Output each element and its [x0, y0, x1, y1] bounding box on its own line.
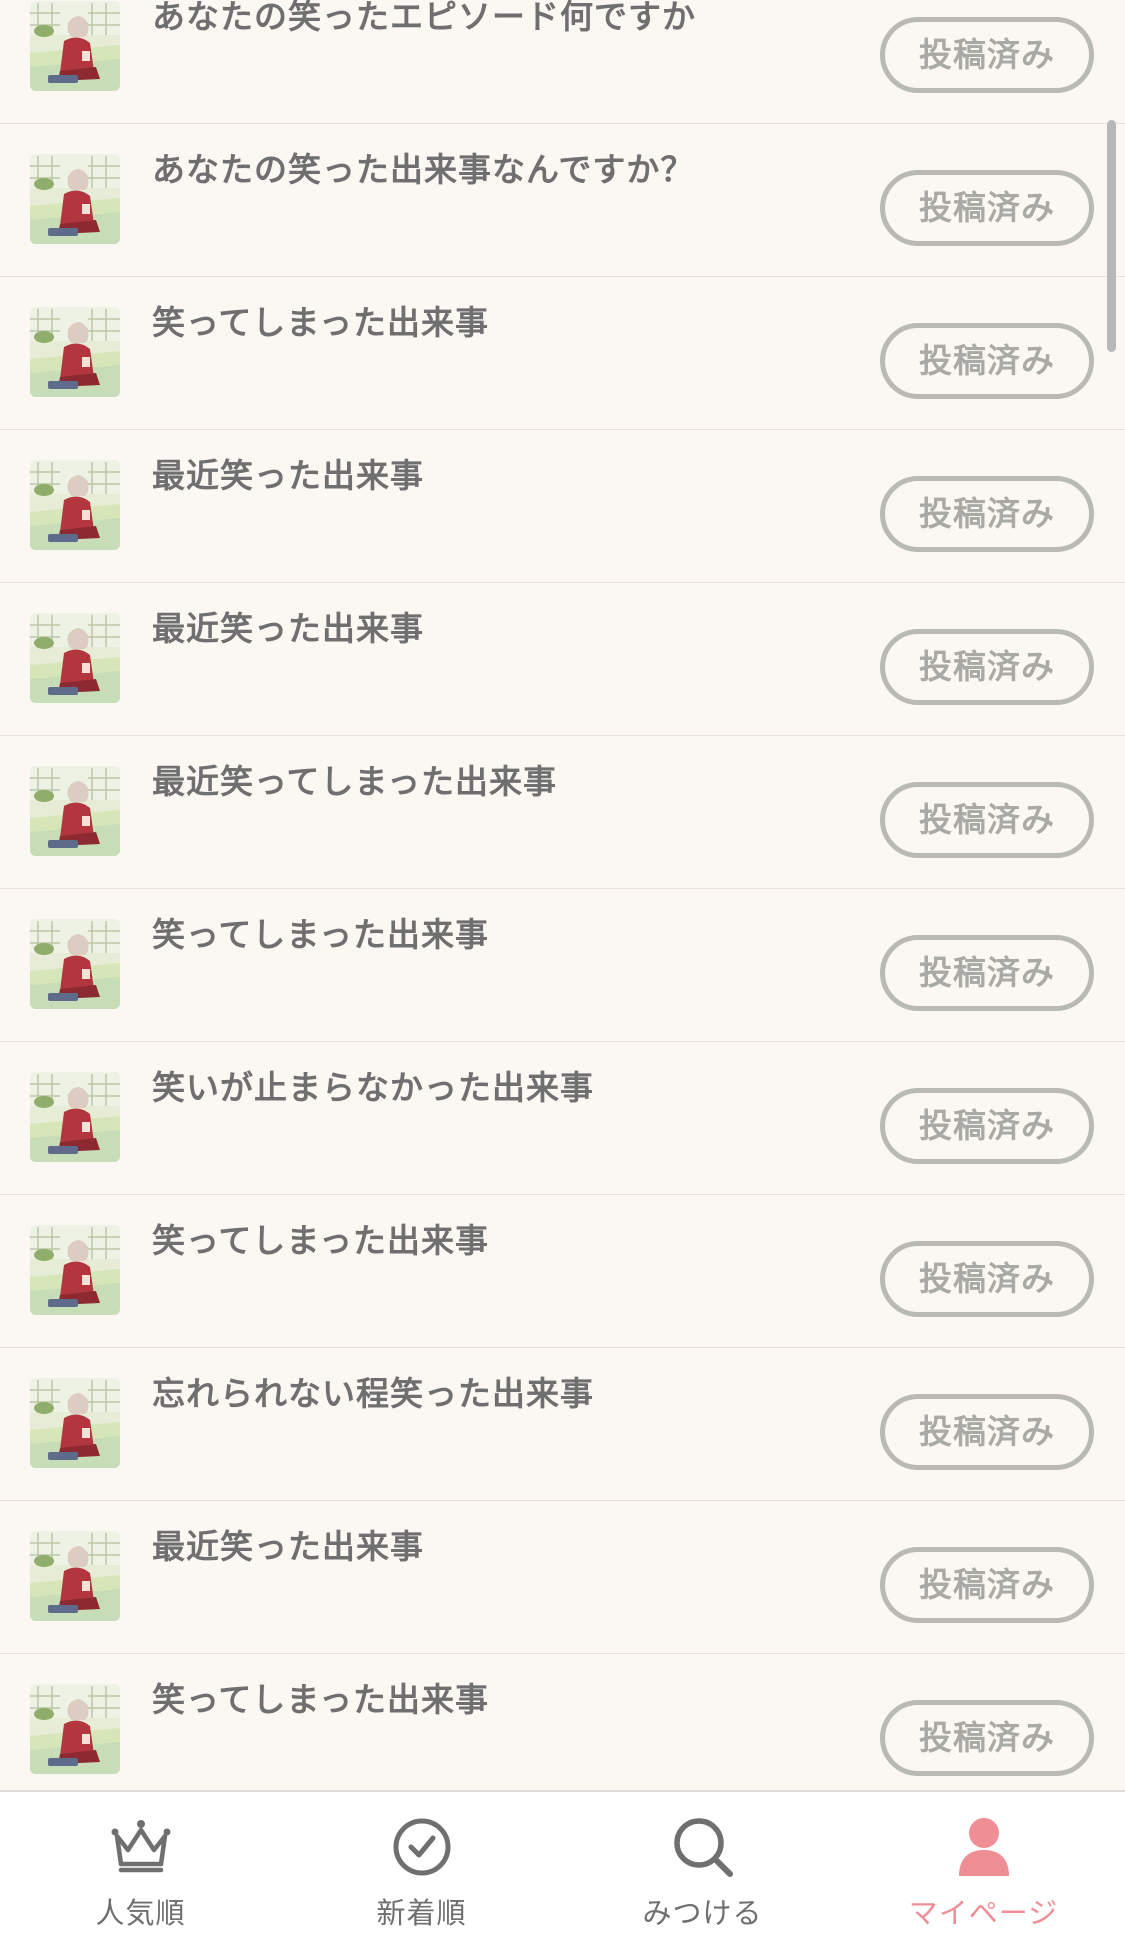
post-thumbnail [30, 1531, 120, 1621]
post-title: 最近笑った出来事 [152, 1527, 424, 1566]
list-item[interactable]: 最近笑ってしまった出来事 投稿済み [0, 736, 1125, 889]
posted-badge-button[interactable]: 投稿済み [880, 1547, 1094, 1623]
tab-popular-label: 人気順 [95, 1896, 186, 1930]
list-item[interactable]: 笑いが止まらなかった出来事 投稿済み [0, 1042, 1125, 1195]
post-title: あなたの笑った出来事なんですか？ [152, 150, 695, 189]
list-item[interactable]: 最近笑った出来事 投稿済み [0, 1501, 1125, 1654]
post-thumbnail [30, 1072, 120, 1162]
post-title: 最近笑ってしまった出来事 [152, 762, 558, 801]
posted-badge-button[interactable]: 投稿済み [880, 782, 1094, 858]
post-thumbnail [30, 919, 120, 1009]
posted-badge-button[interactable]: 投稿済み [880, 1394, 1094, 1470]
post-title: 笑ってしまった出来事 [152, 303, 490, 342]
list-item[interactable]: 忘れられない程笑った出来事 投稿済み [0, 1348, 1125, 1501]
tab-newest-label: 新着順 [376, 1896, 467, 1930]
tab-find[interactable]: みつける [562, 1792, 843, 1936]
post-thumbnail [30, 460, 120, 550]
tab-find-label: みつける [642, 1896, 763, 1930]
post-thumbnail [30, 1225, 120, 1315]
list-item[interactable]: 最近笑った出来事 投稿済み [0, 430, 1125, 583]
search-icon [674, 1818, 733, 1877]
tab-mypage-label: マイページ [908, 1896, 1059, 1930]
post-title: 忘れられない程笑った出来事 [152, 1374, 594, 1413]
scrollbar[interactable] [1107, 120, 1116, 352]
post-list: あなたの笑ったエピソード何ですか 投稿済み あなたの笑った出来事なんですか？ 投… [0, 0, 1125, 1790]
posted-badge-button[interactable]: 投稿済み [880, 935, 1094, 1011]
tab-mypage[interactable]: マイページ [843, 1792, 1124, 1936]
crown-icon [111, 1820, 171, 1873]
post-thumbnail [30, 1378, 120, 1468]
list-item[interactable]: 笑ってしまった出来事 投稿済み [0, 277, 1125, 430]
post-title: 笑ってしまった出来事 [152, 1221, 490, 1260]
bottom-tab-bar: 人気順 新着順 みつける マイページ [0, 1790, 1125, 1936]
list-item[interactable]: あなたの笑ったエピソード何ですか 投稿済み [0, 0, 1125, 124]
tab-newest[interactable]: 新着順 [281, 1792, 562, 1936]
post-title: 笑ってしまった出来事 [152, 1680, 490, 1719]
post-thumbnail [30, 613, 120, 703]
post-title: あなたの笑ったエピソード何ですか [152, 0, 696, 36]
list-item[interactable]: 笑ってしまった出来事 投稿済み [0, 1195, 1125, 1348]
post-title: 笑いが止まらなかった出来事 [152, 1068, 594, 1107]
post-title: 最近笑った出来事 [152, 609, 424, 648]
posted-badge-button[interactable]: 投稿済み [880, 170, 1094, 246]
post-title: 最近笑った出来事 [152, 456, 424, 495]
post-thumbnail [30, 1684, 120, 1774]
list-item[interactable]: あなたの笑った出来事なんですか？ 投稿済み [0, 124, 1125, 277]
person-icon [959, 1818, 1009, 1876]
posted-badge-button[interactable]: 投稿済み [880, 1241, 1094, 1317]
post-title: 笑ってしまった出来事 [152, 915, 490, 954]
list-item[interactable]: 最近笑った出来事 投稿済み [0, 583, 1125, 736]
posted-badge-button[interactable]: 投稿済み [880, 1088, 1094, 1164]
posted-badge-button[interactable]: 投稿済み [880, 323, 1094, 399]
post-thumbnail [30, 154, 120, 244]
tab-popular[interactable]: 人気順 [0, 1792, 281, 1936]
posted-badge-button[interactable]: 投稿済み [880, 17, 1094, 93]
posted-badge-button[interactable]: 投稿済み [880, 1700, 1094, 1776]
posted-badge-button[interactable]: 投稿済み [880, 476, 1094, 552]
post-thumbnail [30, 1, 120, 91]
post-thumbnail [30, 307, 120, 397]
list-item[interactable]: 笑ってしまった出来事 投稿済み [0, 1654, 1125, 1790]
clock-icon [393, 1818, 451, 1876]
post-thumbnail [30, 766, 120, 856]
posted-badge-button[interactable]: 投稿済み [880, 629, 1094, 705]
app-screen: あなたの笑ったエピソード何ですか 投稿済み あなたの笑った出来事なんですか？ 投… [0, 0, 1125, 1936]
list-item[interactable]: 笑ってしまった出来事 投稿済み [0, 889, 1125, 1042]
